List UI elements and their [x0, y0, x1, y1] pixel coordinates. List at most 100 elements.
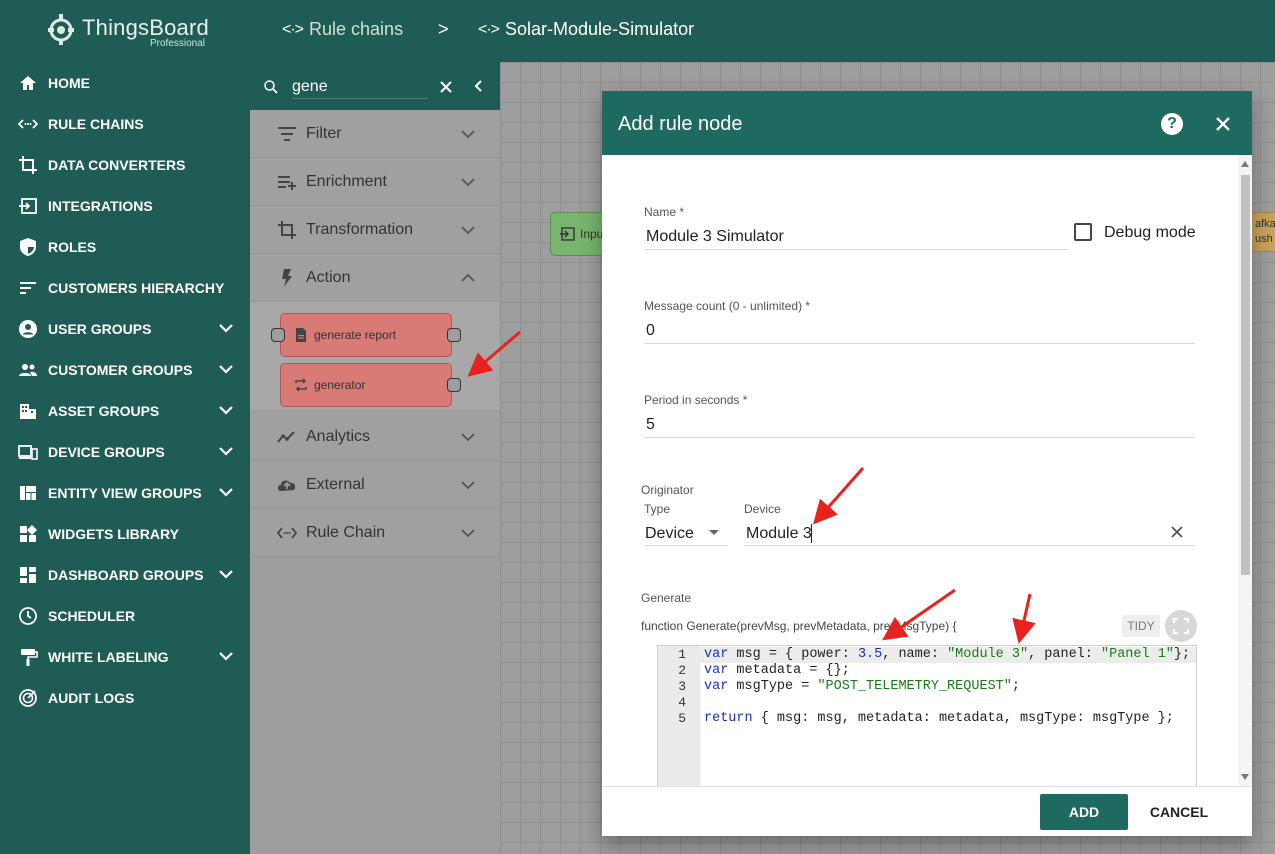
sidebar-item-roles[interactable]: ROLES	[0, 226, 250, 267]
category-analytics[interactable]: Analytics	[250, 413, 500, 461]
account-circle-icon	[18, 319, 38, 339]
help-icon[interactable]: ?	[1161, 113, 1183, 135]
chevron-down-icon[interactable]	[218, 566, 234, 582]
tidy-button[interactable]: TIDY	[1122, 615, 1160, 637]
sort-icon	[18, 278, 38, 298]
chevron-down-icon[interactable]	[218, 443, 234, 459]
sidebar-item-label: RULE CHAINS	[48, 115, 144, 132]
sidebar-item-label: ASSET GROUPS	[48, 402, 160, 419]
sidebar-item-label: ROLES	[48, 238, 97, 255]
name-field[interactable]: Module 3 Simulator	[646, 228, 784, 246]
chevron-down-icon[interactable]	[218, 320, 234, 336]
breadcrumb-root-label: Rule chains	[309, 19, 404, 39]
sidebar-item-asset-groups[interactable]: ASSET GROUPS	[0, 390, 250, 431]
line-number: 3	[678, 679, 686, 694]
description-icon	[296, 328, 306, 342]
category-label: Rule Chain	[306, 523, 386, 541]
sidebar-item-data-converters[interactable]: DATA CONVERTERS	[0, 144, 250, 185]
library-search-bar	[250, 62, 500, 111]
scroll-down-icon[interactable]	[1241, 774, 1249, 780]
chevron-up-icon[interactable]	[460, 270, 476, 286]
chevron-down-icon[interactable]	[460, 477, 476, 493]
dropdown-arrow-icon[interactable]	[709, 530, 719, 536]
category-external[interactable]: External	[250, 461, 500, 509]
dialog-header: Add rule node ?	[602, 91, 1252, 155]
sidebar-item-label: WHITE LABELING	[48, 648, 169, 665]
debug-mode-label: Debug mode	[1104, 224, 1196, 241]
sidebar-item-dashboard-groups[interactable]: DASHBOARD GROUPS	[0, 554, 250, 595]
rule-chain-icon: <·>	[478, 20, 500, 38]
sidebar-item-customer-groups[interactable]: CUSTOMER GROUPS	[0, 349, 250, 390]
chevron-down-icon[interactable]	[460, 174, 476, 190]
sidebar-item-widgets-library[interactable]: WIDGETS LIBRARY	[0, 513, 250, 554]
sidebar-item-entity-view-groups[interactable]: ENTITY VIEW GROUPS	[0, 472, 250, 513]
category-label: Enrichment	[306, 172, 387, 190]
chevron-down-icon[interactable]	[218, 484, 234, 500]
chevron-down-icon[interactable]	[460, 222, 476, 238]
fullscreen-button[interactable]	[1165, 610, 1197, 642]
sidebar-item-white-labeling[interactable]: WHITE LABELING	[0, 636, 250, 677]
domain-icon	[18, 401, 38, 421]
library-search-input[interactable]	[292, 75, 428, 99]
shield-icon	[18, 237, 38, 257]
close-icon[interactable]	[1212, 113, 1234, 135]
node-generator[interactable]: generator	[280, 363, 452, 407]
canvas-input-node[interactable]: Inpu	[550, 212, 610, 256]
chevron-down-icon[interactable]	[218, 361, 234, 377]
clear-search-icon[interactable]	[438, 79, 454, 95]
device-field[interactable]: Module 3	[746, 525, 812, 543]
scroll-up-icon[interactable]	[1241, 161, 1249, 167]
node-input-port[interactable]	[271, 328, 285, 342]
chevron-down-icon[interactable]	[218, 402, 234, 418]
scroll-thumb[interactable]	[1241, 175, 1250, 575]
sidebar-item-rule-chains[interactable]: RULE CHAINS	[0, 103, 250, 144]
canvas-kafka-node[interactable]: afka ush t	[1248, 212, 1275, 252]
type-select[interactable]: Device	[645, 525, 694, 543]
code-editor[interactable]: 1 2 3 4 5 var msg = { power: 3.5, name: …	[657, 645, 1197, 786]
category-filter[interactable]: Filter	[250, 110, 500, 158]
sidebar-item-label: HOME	[48, 74, 90, 91]
sidebar-item-label: AUDIT LOGS	[48, 689, 135, 706]
chevron-down-icon[interactable]	[460, 429, 476, 445]
add-button[interactable]: ADD	[1040, 794, 1128, 830]
sidebar-item-customers-hierarchy[interactable]: CUSTOMERS HIERARCHY	[0, 267, 250, 308]
category-action[interactable]: Action	[250, 254, 500, 302]
cloud-upload-icon	[276, 474, 298, 496]
collapse-panel-icon[interactable]	[472, 79, 486, 93]
cancel-button[interactable]: CANCEL	[1142, 794, 1216, 830]
rule-chains-icon	[18, 114, 38, 134]
chevron-down-icon[interactable]	[218, 648, 234, 664]
chevron-down-icon[interactable]	[460, 525, 476, 541]
fullscreen-icon	[1173, 618, 1189, 634]
debug-mode-checkbox[interactable]	[1074, 223, 1092, 241]
chevron-down-icon[interactable]	[460, 126, 476, 142]
sidebar-item-scheduler[interactable]: SCHEDULER	[0, 595, 250, 636]
node-generate-report[interactable]: generate report	[280, 313, 452, 357]
rule-chains-icon: <·>	[282, 20, 304, 38]
category-enrichment[interactable]: Enrichment	[250, 158, 500, 206]
sidebar-item-home[interactable]: HOME	[0, 62, 250, 103]
logo[interactable]: ThingsBoard Professional	[0, 0, 250, 62]
node-output-port[interactable]	[447, 328, 461, 342]
sidebar-item-user-groups[interactable]: USER GROUPS	[0, 308, 250, 349]
breadcrumb-separator: >	[438, 19, 449, 39]
node-output-port[interactable]	[447, 378, 461, 392]
app-edition: Professional	[150, 38, 206, 49]
code-line-3: var msgType = "POST_TELEMETRY_REQUEST";	[704, 679, 1020, 694]
clear-device-icon[interactable]	[1170, 525, 1184, 539]
sidebar-item-audit-logs[interactable]: AUDIT LOGS	[0, 677, 250, 718]
repeat-icon	[295, 378, 307, 392]
sidebar-item-device-groups[interactable]: DEVICE GROUPS	[0, 431, 250, 472]
track-changes-icon	[18, 688, 38, 708]
rule-chain-icon	[276, 522, 298, 544]
search-icon	[264, 80, 278, 94]
message-count-field[interactable]: 0	[646, 322, 655, 340]
input-node-label: Inpu	[580, 227, 604, 241]
sidebar-item-label: DASHBOARD GROUPS	[48, 566, 204, 583]
category-rule-chain[interactable]: Rule Chain	[250, 509, 500, 557]
dialog-scrollbar[interactable]	[1238, 155, 1252, 786]
category-transformation[interactable]: Transformation	[250, 206, 500, 254]
sidebar-item-integrations[interactable]: INTEGRATIONS	[0, 185, 250, 226]
breadcrumb-rule-chains[interactable]: <·> Rule chains	[282, 19, 403, 40]
period-field[interactable]: 5	[646, 416, 655, 434]
